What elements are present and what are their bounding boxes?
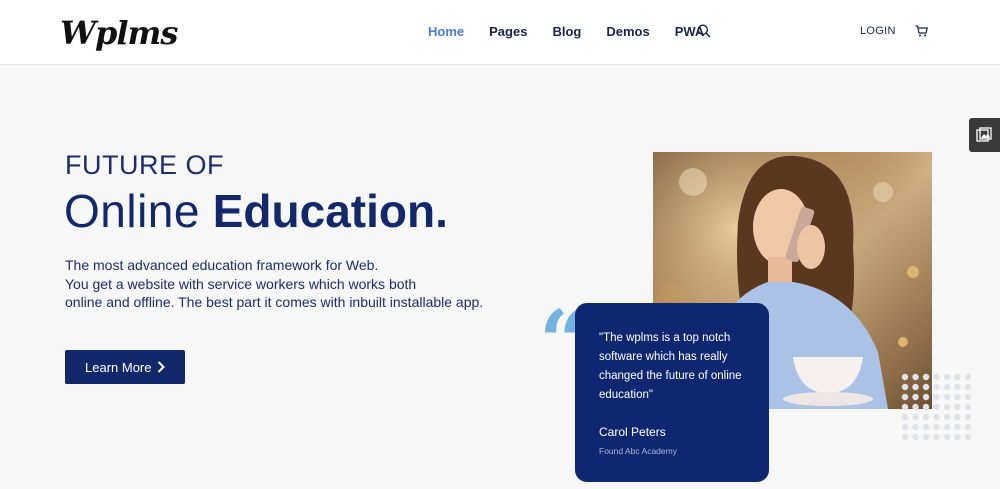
decor-dot [954, 413, 961, 421]
decor-dot [954, 393, 961, 401]
decor-dot [922, 403, 930, 411]
decor-dot [954, 373, 961, 381]
nav-demos[interactable]: Demos [606, 24, 649, 39]
decor-dot [943, 433, 951, 441]
hero-title-light: Online [64, 185, 200, 237]
decor-dot [922, 423, 930, 431]
decor-dot [964, 393, 972, 401]
hero-description-line: You get a website with service workers w… [65, 275, 417, 292]
decor-dot [912, 383, 919, 391]
search-icon[interactable] [697, 24, 711, 38]
decor-dot [901, 413, 909, 421]
decor-dot [901, 373, 909, 381]
learn-more-label: Learn More [85, 359, 152, 375]
decor-dot [933, 423, 940, 431]
decor-dot [954, 383, 961, 391]
decor-dot [933, 403, 940, 411]
decor-dot [933, 433, 940, 441]
decor-dot [901, 423, 909, 431]
decor-dot [954, 423, 961, 431]
decor-dot [912, 373, 919, 381]
testimonial-card: "The wplms is a top notch software which… [575, 303, 769, 482]
decor-dot [933, 383, 940, 391]
chevron-right-icon [157, 361, 165, 373]
decor-dot [912, 403, 919, 411]
decor-dot [901, 393, 909, 401]
hero-description-line: The most advanced education framework fo… [65, 257, 379, 273]
decor-dot [912, 433, 919, 441]
decor-dot [964, 413, 972, 421]
learn-more-button[interactable]: Learn More [65, 350, 185, 384]
hero-description: The most advanced education framework fo… [65, 256, 525, 312]
decor-dot [922, 373, 930, 381]
decor-dot [933, 393, 940, 401]
nav-blog[interactable]: Blog [552, 24, 581, 39]
decor-dot [964, 373, 972, 381]
decor-dot [964, 403, 972, 411]
decor-dot [922, 393, 930, 401]
decor-dot [943, 373, 951, 381]
cart-icon[interactable] [915, 25, 928, 37]
hero-description-line: online and offline. The best part it com… [65, 294, 484, 310]
side-gallery-tab[interactable] [969, 118, 1000, 152]
site-logo[interactable]: Wplms [60, 14, 178, 52]
decor-dot [901, 433, 909, 441]
decor-dot [943, 413, 951, 421]
main-nav: Home Pages Blog Demos PWA [428, 24, 729, 39]
gallery-icon [976, 126, 992, 142]
decor-dot [943, 423, 951, 431]
decor-dot [964, 423, 972, 431]
decor-dot [922, 433, 930, 441]
decor-dot [954, 433, 961, 441]
decor-dot [954, 403, 961, 411]
decor-dot [912, 413, 919, 421]
login-link[interactable]: LOGIN [860, 25, 896, 37]
decor-dot [943, 403, 951, 411]
decor-dot [901, 383, 909, 391]
decor-dot [943, 393, 951, 401]
decor-dot [912, 393, 919, 401]
testimonial-author: Carol Peters [599, 425, 666, 439]
decor-dot [933, 373, 940, 381]
hero-kicker: FUTURE OF [65, 150, 224, 180]
decor-dot [964, 433, 972, 441]
hero-title: Online Education. [64, 184, 448, 238]
decor-dot [901, 403, 909, 411]
nav-pages[interactable]: Pages [489, 24, 527, 39]
site-header: Wplms Home Pages Blog Demos PWA LOGIN [0, 0, 1000, 65]
decor-dot [922, 383, 930, 391]
decor-dot [943, 383, 951, 391]
testimonial-role: Found Abc Academy [599, 446, 677, 456]
hero-title-bold: Education. [212, 185, 448, 237]
testimonial-quote: "The wplms is a top notch software which… [599, 332, 742, 401]
decor-dot [912, 423, 919, 431]
nav-home[interactable]: Home [428, 24, 464, 39]
decor-dot [922, 413, 930, 421]
decor-dot [933, 413, 940, 421]
decor-dot [964, 383, 972, 391]
dots-decoration [901, 373, 972, 441]
